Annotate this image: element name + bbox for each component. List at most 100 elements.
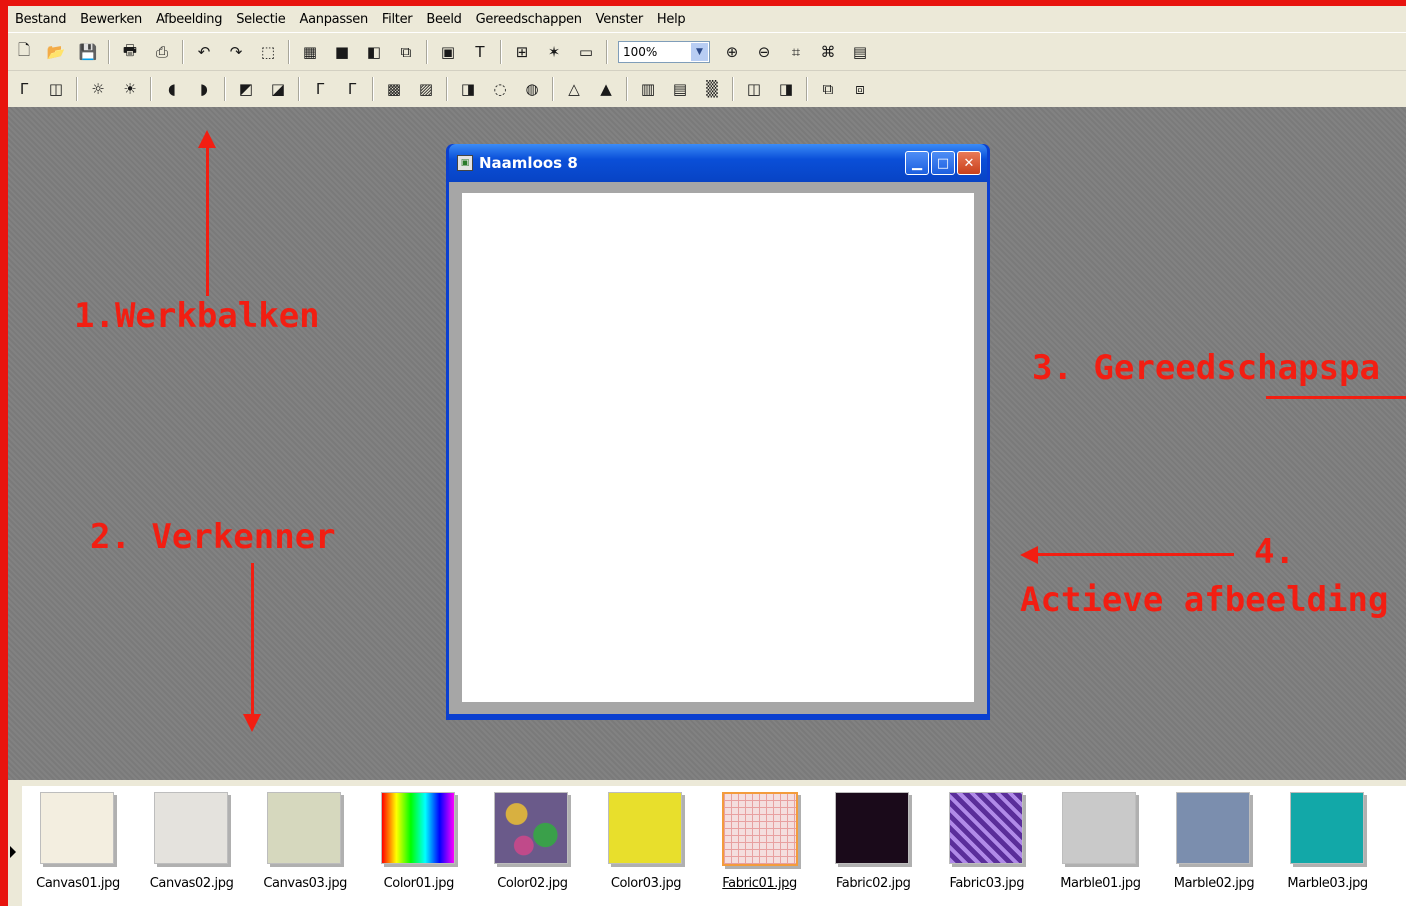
thumbnail-image[interactable]: [40, 792, 114, 864]
drop-plus-icon[interactable]: ▲: [595, 78, 617, 100]
thumbnail-image[interactable]: [494, 792, 569, 864]
arrow-left-shaft: [1036, 553, 1234, 556]
text-icon[interactable]: T: [469, 41, 491, 63]
thumbnail-label: Canvas01.jpg: [36, 876, 120, 891]
menu-aanpassen[interactable]: Aanpassen: [293, 12, 375, 27]
rgb-icon[interactable]: ▥: [637, 78, 659, 100]
thumbnail-item[interactable]: Color02.jpg: [476, 786, 588, 904]
crop-icon[interactable]: ⬚: [257, 41, 279, 63]
thumbnail-pane: Canvas01.jpg Canvas02.jpg Canvas03.jpg Colo…: [22, 786, 1406, 906]
thumbnail-image[interactable]: [380, 792, 455, 864]
arrow-up-shaft: [206, 146, 209, 296]
menu-gereedschappen[interactable]: Gereedschappen: [469, 12, 589, 27]
minimize-button[interactable]: ▁: [905, 151, 929, 175]
open-icon[interactable]: 📂: [45, 41, 67, 63]
toolbar-adjust: Γ ◫ ☼ ☀ ◖ ◗ ◩ ◪ Γ Γ ▩ ▨ ◨ ◌ ◍ △ ▲ ▥ ▤ ▒ ◫ ◨ ⧉ ⧈: [8, 70, 1406, 108]
thumbnail-image[interactable]: [608, 792, 682, 864]
redo-icon[interactable]: ↷: [225, 41, 247, 63]
effects-icon[interactable]: ✶: [543, 41, 565, 63]
copy-icon[interactable]: ⧉: [817, 78, 839, 100]
zoom-in-icon[interactable]: ⊕: [721, 41, 743, 63]
scan-icon[interactable]: ⎙: [151, 41, 173, 63]
toolbar-standard: 🗋 📂 💾 🖶 ⎙ ↶ ↷ ⬚ ▦ ■ ◧ ⧉ ▣ T ⊞ ✶ ▭ 100% ▼ ⊕ ⊖ ⌗ ⌘ ▤: [8, 32, 1406, 71]
blur-icon[interactable]: ◌: [489, 78, 511, 100]
gamma-plus-icon[interactable]: ◗: [193, 78, 215, 100]
chevron-down-icon[interactable]: ▼: [691, 43, 708, 61]
image-canvas[interactable]: [462, 193, 974, 702]
zoom-select[interactable]: 100% ▼: [618, 41, 710, 63]
curve-icon[interactable]: Γ: [309, 78, 331, 100]
fit-window-icon[interactable]: ⌘: [817, 41, 839, 63]
thumbnail-label: Canvas03.jpg: [263, 876, 348, 891]
color-balance-plus-icon[interactable]: ◪: [267, 78, 289, 100]
thumbnail-item[interactable]: Canvas02.jpg: [136, 786, 248, 904]
soften-icon[interactable]: ◍: [521, 78, 543, 100]
close-button[interactable]: ✕: [957, 151, 981, 175]
menu-bestand[interactable]: Bestand: [8, 12, 73, 27]
thumbnail-item[interactable]: Fabric01.jpg: [704, 786, 816, 904]
thumbnail-image[interactable]: [153, 792, 228, 864]
new-file-icon[interactable]: 🗋: [13, 41, 35, 63]
thumbnail-item[interactable]: Color01.jpg: [363, 786, 475, 904]
auto-contrast-icon[interactable]: ◫: [45, 78, 67, 100]
image-window-titlebar[interactable]: ▣ Naamloos 8 ▁ □ ✕: [449, 144, 987, 182]
gamma-icon[interactable]: ◖: [161, 78, 183, 100]
menu-beeld[interactable]: Beeld: [419, 12, 468, 27]
sharpen-icon[interactable]: ◨: [457, 78, 479, 100]
auto-levels-icon[interactable]: Γ: [13, 78, 35, 100]
thumbnail-item[interactable]: Canvas01.jpg: [22, 786, 134, 904]
thumbnail-item[interactable]: Color03.jpg: [590, 786, 702, 904]
color-palette-icon[interactable]: ■: [331, 41, 353, 63]
brightness-plus-icon[interactable]: ☀: [119, 78, 141, 100]
menu-help[interactable]: Help: [650, 12, 692, 27]
thumbnail-image[interactable]: [835, 792, 910, 864]
thumbnail-label: Marble02.jpg: [1173, 876, 1255, 891]
print-icon[interactable]: 🖶: [119, 41, 141, 63]
browse-icon[interactable]: ⊞: [511, 41, 533, 63]
thumbnail-item[interactable]: Marble03.jpg: [1272, 786, 1384, 904]
zoom-out-icon[interactable]: ⊖: [753, 41, 775, 63]
fit-icon[interactable]: ⌗: [785, 41, 807, 63]
thumbnail-image[interactable]: [1289, 792, 1364, 864]
image-window[interactable]: ▣ Naamloos 8 ▁ □ ✕: [446, 144, 990, 720]
histogram-eq-icon[interactable]: ▨: [415, 78, 437, 100]
thumbnail-item[interactable]: Fabric03.jpg: [931, 786, 1043, 904]
resize-icon[interactable]: ⧉: [395, 41, 417, 63]
toolbar-separator: [606, 40, 608, 64]
save-icon[interactable]: 💾: [77, 41, 99, 63]
menu-filter[interactable]: Filter: [375, 12, 419, 27]
menu-selectie[interactable]: Selectie: [229, 12, 292, 27]
mirror-icon[interactable]: ◨: [775, 78, 797, 100]
menu-bewerken[interactable]: Bewerken: [73, 12, 149, 27]
curve-plus-icon[interactable]: Γ: [341, 78, 363, 100]
thumbnail-image[interactable]: [267, 792, 342, 864]
menu-afbeelding[interactable]: Afbeelding: [149, 12, 229, 27]
thumbnail-label: Fabric02.jpg: [835, 876, 911, 891]
panel-expand-icon[interactable]: [10, 846, 16, 858]
annotation-number-4: 4.: [1254, 532, 1295, 572]
thumbnail-item[interactable]: Canvas03.jpg: [249, 786, 361, 904]
noise-icon[interactable]: ▒: [701, 78, 723, 100]
hsl-icon[interactable]: ▤: [669, 78, 691, 100]
image-icon[interactable]: ▣: [437, 41, 459, 63]
thumbnail-image[interactable]: [948, 792, 1023, 864]
flip-icon[interactable]: ◫: [743, 78, 765, 100]
thumbnail-image[interactable]: [721, 792, 798, 866]
thumbnail-item[interactable]: Marble01.jpg: [1044, 786, 1156, 904]
maximize-button[interactable]: □: [931, 151, 955, 175]
fullscreen-icon[interactable]: ▤: [849, 41, 871, 63]
thumbnail-item[interactable]: Fabric02.jpg: [817, 786, 929, 904]
thumbnail-image[interactable]: [1062, 792, 1137, 864]
thumbnail-image[interactable]: [1176, 792, 1250, 864]
undo-icon[interactable]: ↶: [193, 41, 215, 63]
contrast-icon[interactable]: ◧: [363, 41, 385, 63]
drop-icon[interactable]: △: [563, 78, 585, 100]
color-balance-icon[interactable]: ◩: [235, 78, 257, 100]
histogram-icon[interactable]: ▩: [383, 78, 405, 100]
window-icon[interactable]: ▭: [575, 41, 597, 63]
layers-icon[interactable]: ▦: [299, 41, 321, 63]
brightness-icon[interactable]: ☼: [87, 78, 109, 100]
thumbnail-item[interactable]: Marble02.jpg: [1158, 786, 1270, 904]
menu-venster[interactable]: Venster: [589, 12, 650, 27]
paste-icon[interactable]: ⧈: [849, 78, 871, 100]
